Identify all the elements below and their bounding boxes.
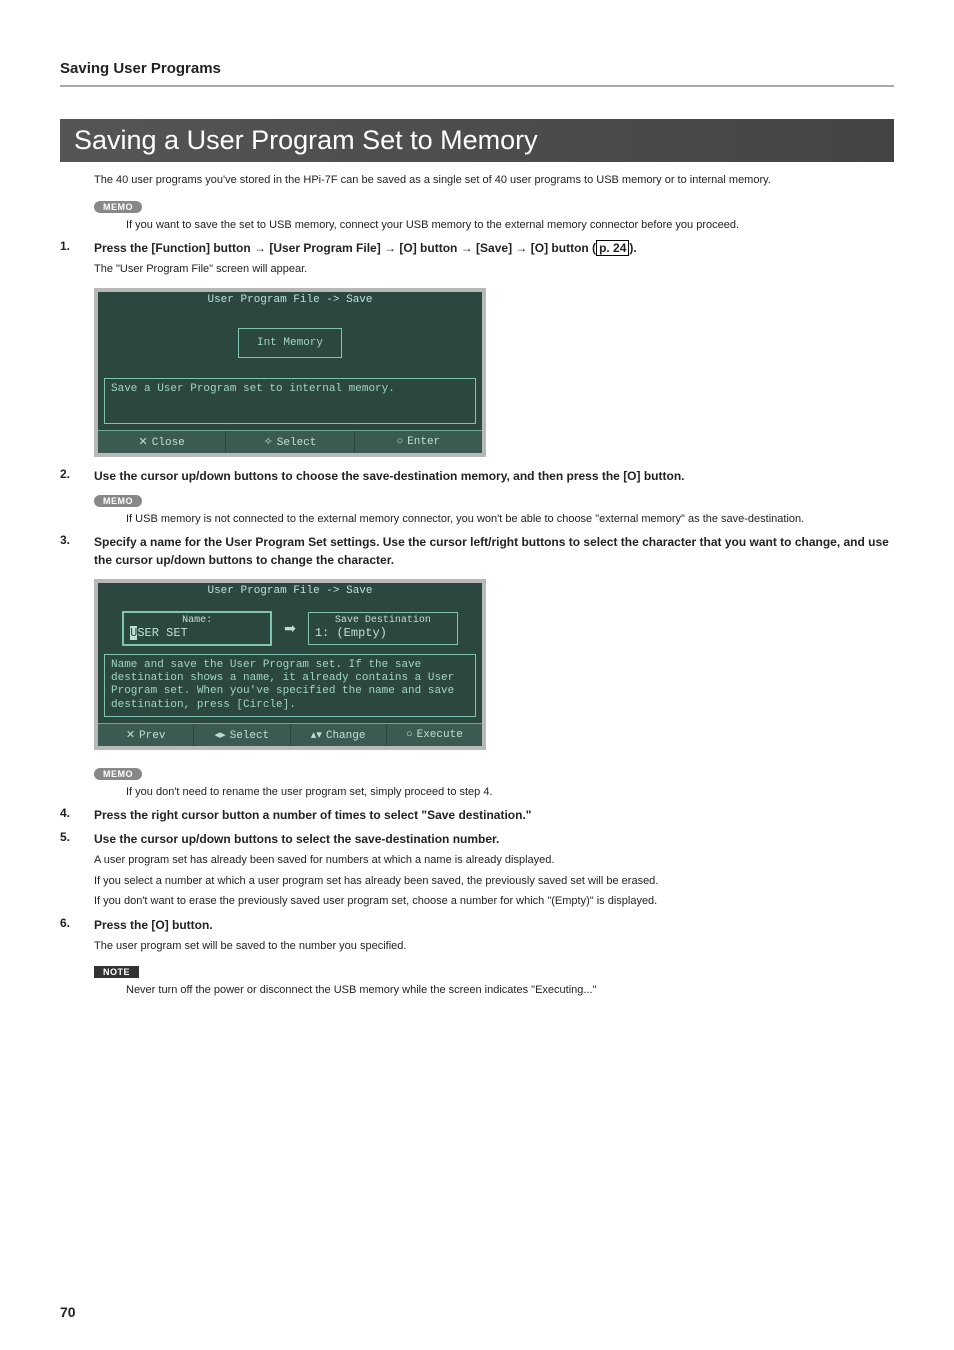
- step-5-sub1: A user program set has already been save…: [94, 852, 894, 869]
- main-heading: Saving a User Program Set to Memory: [60, 119, 894, 162]
- ss2-dest-box: Save Destination 1: (Empty): [308, 612, 458, 645]
- page-ref[interactable]: p. 24: [596, 240, 629, 256]
- step-number: 5.: [60, 830, 94, 844]
- ss1-int-memory: Int Memory: [238, 328, 342, 358]
- step-1: 1. Press the [Function] button → [User P…: [60, 239, 894, 257]
- step-text: Specify a name for the User Program Set …: [94, 533, 894, 569]
- section-header: Saving User Programs: [60, 60, 894, 77]
- ss2-prev: ✕Prev: [98, 724, 194, 746]
- ss2-name-box: Name: USER SET: [122, 611, 272, 646]
- step-text: Press the right cursor button a number o…: [94, 806, 531, 824]
- step-2: 2. Use the cursor up/down buttons to cho…: [60, 467, 894, 485]
- page-number: 70: [60, 1304, 76, 1320]
- step-6-sub: The user program set will be saved to th…: [94, 938, 894, 955]
- step-5: 5. Use the cursor up/down buttons to sel…: [60, 830, 894, 848]
- memo-text-2: If USB memory is not connected to the ex…: [126, 511, 894, 528]
- ss1-enter: ○Enter: [355, 431, 482, 453]
- step-text: Press the [O] button.: [94, 916, 213, 934]
- note-text-1: Never turn off the power or disconnect t…: [126, 982, 894, 999]
- step-number: 4.: [60, 806, 94, 820]
- ss2-desc: Name and save the User Program set. If t…: [104, 654, 476, 717]
- intro-text: The 40 user programs you've stored in th…: [94, 172, 894, 189]
- section-underline: [60, 85, 894, 87]
- step-number: 2.: [60, 467, 94, 481]
- ss1-desc: Save a User Program set to internal memo…: [104, 378, 476, 424]
- ss2-title: User Program File -> Save: [98, 583, 482, 599]
- step-4: 4. Press the right cursor button a numbe…: [60, 806, 894, 824]
- memo-text-1: If you want to save the set to USB memor…: [126, 217, 894, 234]
- ss2-change: ▴▾Change: [291, 724, 387, 746]
- step-3: 3. Specify a name for the User Program S…: [60, 533, 894, 569]
- ss1-select: ✧Select: [226, 431, 354, 453]
- memo-badge: MEMO: [94, 197, 142, 215]
- ss2-execute: ○Execute: [387, 724, 482, 746]
- ss1-close: ✕Close: [98, 431, 226, 453]
- step-text: Press the [Function] button → [User Prog…: [94, 239, 637, 257]
- screenshot-1: User Program File -> Save Int Memory Sav…: [94, 288, 486, 457]
- step-5-sub3: If you don't want to erase the previousl…: [94, 893, 894, 910]
- step-text: Use the cursor up/down buttons to choose…: [94, 467, 685, 485]
- step-5-sub2: If you select a number at which a user p…: [94, 873, 894, 890]
- ss2-footer: ✕Prev ◂▸Select ▴▾Change ○Execute: [98, 723, 482, 746]
- step-number: 1.: [60, 239, 94, 253]
- step-6: 6. Press the [O] button.: [60, 916, 894, 934]
- ss2-arrow-icon: ➡: [284, 620, 296, 637]
- memo-text-3: If you don't need to rename the user pro…: [126, 784, 894, 801]
- step-text: Use the cursor up/down buttons to select…: [94, 830, 499, 848]
- ss2-select: ◂▸Select: [194, 724, 290, 746]
- step-number: 6.: [60, 916, 94, 930]
- ss1-footer: ✕Close ✧Select ○Enter: [98, 430, 482, 453]
- memo-badge: MEMO: [94, 764, 142, 782]
- ss1-title: User Program File -> Save: [98, 292, 482, 308]
- screenshot-2: User Program File -> Save Name: USER SET…: [94, 579, 486, 750]
- step-number: 3.: [60, 533, 94, 547]
- note-badge: NOTE: [94, 962, 139, 980]
- memo-badge: MEMO: [94, 491, 142, 509]
- step-1-sub: The "User Program File" screen will appe…: [94, 261, 894, 278]
